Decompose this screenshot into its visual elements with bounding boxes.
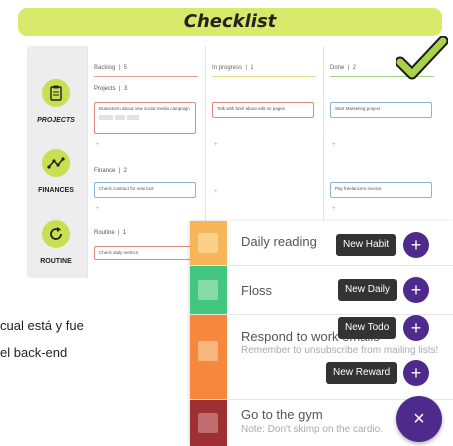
column-header: Backlog | 5: [94, 65, 127, 71]
column-accent-rule: [212, 76, 316, 77]
close-menu-button[interactable]: ×: [396, 396, 442, 442]
new-daily-button[interactable]: New Daily: [338, 279, 398, 301]
task-color-strip: [190, 315, 227, 399]
nav-item-finances[interactable]: FINANCES: [27, 149, 85, 194]
task-note: Remember to unsubscribe from mailing lis…: [241, 345, 439, 356]
task-title: Daily reading: [241, 234, 317, 249]
checkmark-icon: [396, 36, 448, 80]
task-checkbox[interactable]: [198, 233, 218, 253]
checklist-banner: Checklist: [18, 8, 442, 36]
new-reward-button[interactable]: New Reward: [326, 362, 398, 384]
background-text: cual está y fue: [0, 318, 84, 333]
new-habit-button[interactable]: New Habit: [336, 234, 397, 256]
nav-label-routine: ROUTINE: [40, 258, 72, 265]
add-card-button[interactable]: +: [214, 142, 218, 148]
trend-graph-icon: [42, 149, 70, 177]
add-todo-icon[interactable]: +: [403, 315, 429, 341]
add-daily-icon[interactable]: +: [403, 277, 429, 303]
task-card[interactable]: Talk with brief about edit on pages: [212, 102, 314, 118]
task-color-strip: [190, 221, 227, 265]
nav-item-routine[interactable]: ROUTINE: [27, 220, 85, 265]
group-title-projects: Projects | 3: [94, 86, 128, 92]
new-todo-button[interactable]: New Todo: [338, 317, 397, 339]
column-accent-rule: [94, 76, 198, 77]
task-color-strip: [190, 266, 227, 314]
task-checkbox[interactable]: [198, 413, 218, 433]
add-card-button[interactable]: +: [214, 189, 218, 195]
column-header: Done | 2: [330, 65, 356, 71]
add-card-button[interactable]: +: [96, 206, 100, 212]
side-nav: PROJECTS FINANCES ROUTINE: [27, 46, 85, 278]
habit-task-list: Daily reading Floss Respond to work emai…: [190, 221, 453, 446]
column-header: In progress | 1: [212, 65, 254, 71]
add-reward-icon[interactable]: +: [403, 360, 429, 386]
group-title-routine: Routine | 1: [94, 230, 127, 236]
task-card[interactable]: Start Marketing project: [330, 102, 432, 118]
add-card-button[interactable]: +: [332, 206, 336, 212]
task-title: Floss: [241, 283, 273, 298]
add-habit-icon[interactable]: +: [403, 232, 429, 258]
nav-label-finances: FINANCES: [38, 187, 74, 194]
task-card[interactable]: Pay freelancers invoice: [330, 182, 432, 198]
nav-item-projects[interactable]: PROJECTS: [27, 79, 85, 124]
task-card[interactable]: Check daily metrics: [94, 246, 196, 260]
task-card[interactable]: Check contract for new tool: [94, 182, 196, 198]
task-title: Go to the gym: [241, 407, 323, 422]
task-card[interactable]: Brainstorm about new social media campai…: [94, 102, 196, 134]
background-text: el back-end: [0, 345, 68, 360]
page-title: Checklist: [183, 11, 277, 32]
clipboard-icon: [42, 79, 70, 107]
group-title-finance: Finance | 2: [94, 168, 127, 174]
refresh-icon: [42, 220, 70, 248]
task-color-strip: [190, 400, 227, 446]
nav-label-projects: PROJECTS: [37, 117, 75, 124]
task-checkbox[interactable]: [198, 280, 218, 300]
add-card-button[interactable]: +: [332, 142, 336, 148]
task-checkbox[interactable]: [198, 341, 218, 361]
add-card-button[interactable]: +: [96, 142, 100, 148]
column-backlog: Backlog | 5 Projects | 3 Brainstorm abou…: [87, 46, 204, 278]
